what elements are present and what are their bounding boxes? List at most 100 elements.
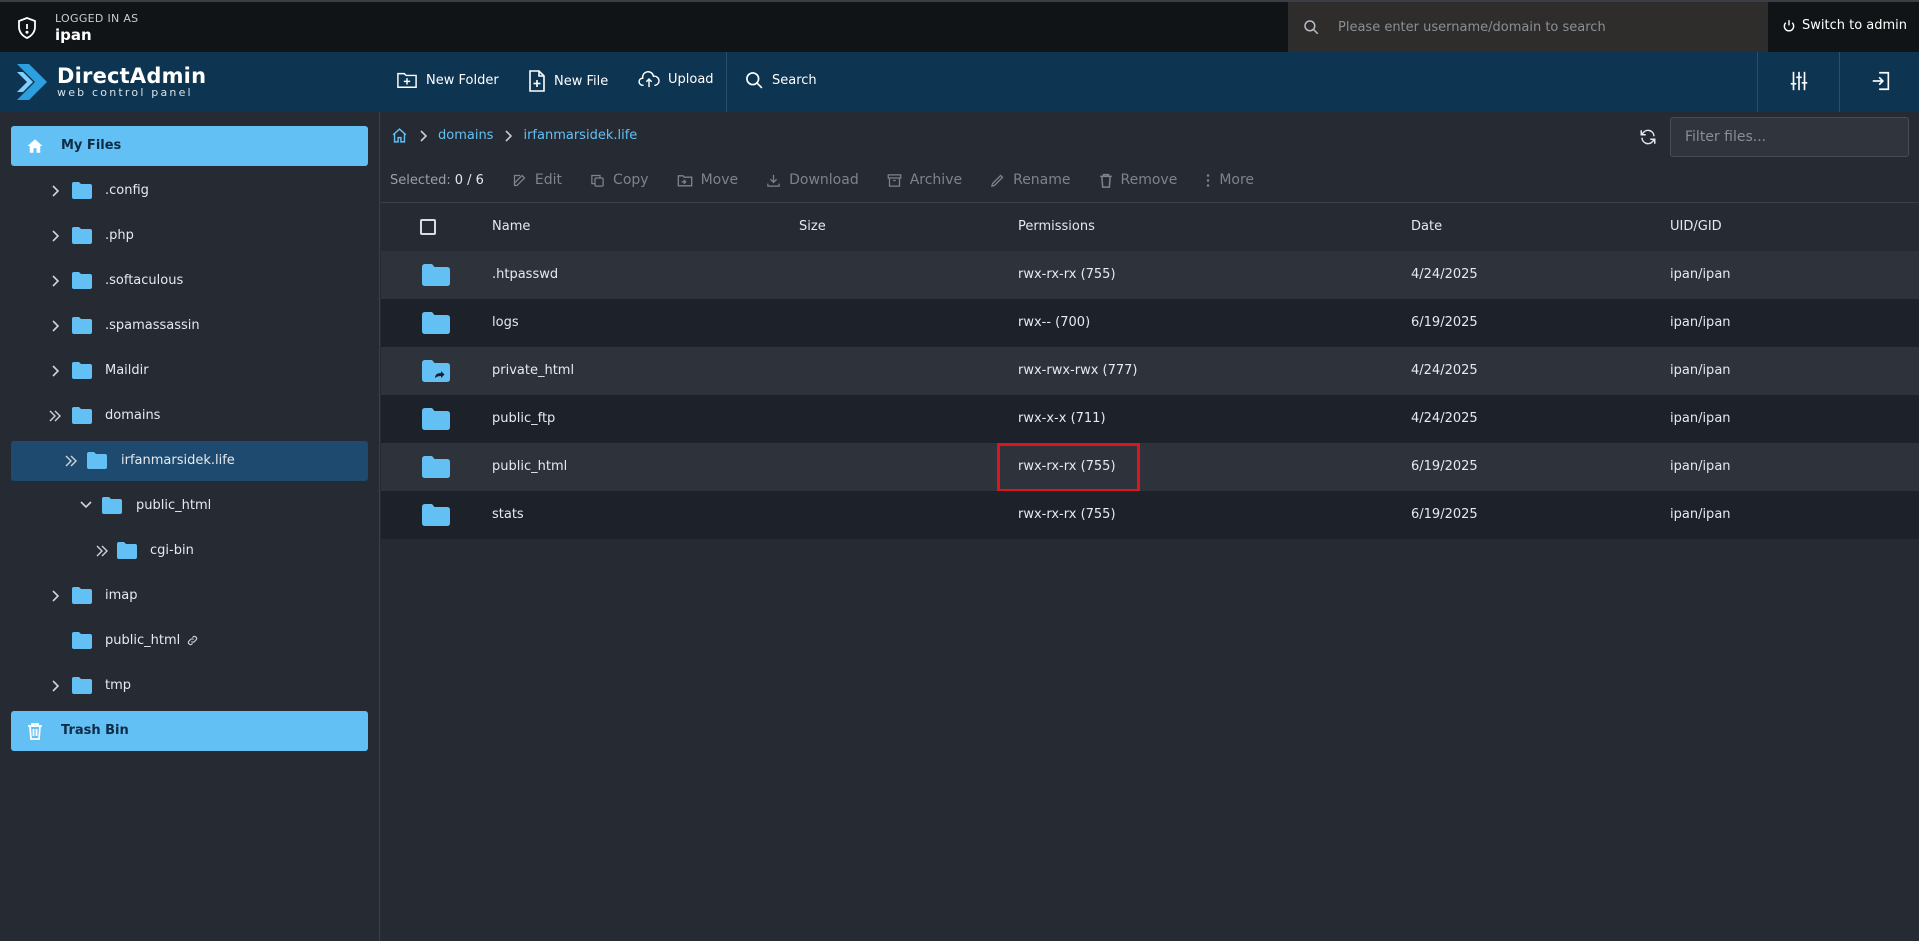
user-search-input[interactable] — [1338, 14, 1748, 40]
file-name[interactable]: stats — [492, 507, 524, 522]
table-row[interactable]: .htpasswd rwx-rx-rx (755) 4/24/2025 ipan… — [381, 251, 1919, 299]
file-name[interactable]: logs — [492, 315, 519, 330]
sidebar-item-label: .softaculous — [105, 273, 184, 288]
rename-button[interactable]: Rename — [990, 172, 1071, 188]
search-button[interactable]: Search — [744, 70, 817, 90]
logged-in-label: LOGGED IN AS — [55, 12, 139, 25]
refresh-icon[interactable] — [1639, 128, 1657, 146]
chevron-right-icon[interactable] — [50, 319, 62, 333]
column-name[interactable]: Name — [492, 219, 530, 234]
sidebar-item-label: .php — [105, 228, 134, 243]
column-size[interactable]: Size — [799, 219, 826, 234]
chevron-down-icon[interactable] — [79, 499, 93, 511]
link-icon — [186, 634, 199, 647]
sidebar-item-maildir[interactable]: Maildir — [0, 351, 380, 391]
chevron-right-icon[interactable] — [50, 589, 62, 603]
copy-icon — [591, 174, 604, 187]
more-button[interactable]: More — [1205, 172, 1254, 188]
remove-button[interactable]: Remove — [1099, 172, 1177, 188]
sidebar-trash-bin[interactable]: Trash Bin — [11, 711, 368, 751]
chevron-right-icon[interactable] — [50, 229, 62, 243]
file-uid-gid: ipan/ipan — [1670, 315, 1731, 330]
sidebar-my-files[interactable]: My Files — [11, 126, 368, 166]
edit-button[interactable]: Edit — [512, 172, 562, 188]
more-vertical-icon — [1207, 173, 1210, 187]
column-permissions[interactable]: Permissions — [1018, 219, 1095, 234]
double-chevron-right-icon[interactable] — [95, 544, 109, 558]
chevron-right-icon[interactable] — [50, 274, 62, 288]
download-button[interactable]: Download — [766, 172, 859, 188]
file-permissions[interactable]: rwx-x-x (711) — [1018, 411, 1106, 426]
logout-icon[interactable] — [1870, 70, 1892, 92]
table-row[interactable]: public_html rwx-rx-rx (755) 6/19/2025 ip… — [381, 443, 1919, 492]
sidebar-item-imap[interactable]: imap — [0, 576, 380, 616]
move-icon — [677, 174, 692, 186]
file-name[interactable]: private_html — [492, 363, 574, 378]
folder-icon — [72, 272, 92, 289]
top-bar: LOGGED IN AS ipan Switch to admin — [0, 0, 1919, 52]
file-permissions[interactable]: rwx-rwx-rwx (777) — [1018, 363, 1137, 378]
archive-button[interactable]: Archive — [887, 172, 962, 188]
sidebar-item-tmp[interactable]: tmp — [0, 666, 380, 706]
sidebar-item-irfanmarsidek-life[interactable]: irfanmarsidek.life — [11, 441, 368, 481]
file-name[interactable]: .htpasswd — [492, 267, 558, 282]
file-table: Name Size Permissions Date UID/GID .htpa… — [381, 202, 1919, 539]
folder-icon — [72, 362, 92, 379]
file-name[interactable]: public_html — [492, 459, 567, 474]
chevron-right-icon[interactable] — [50, 184, 62, 198]
logo-chevron-icon — [15, 62, 51, 102]
file-permissions[interactable]: rwx-rx-rx (755) — [1018, 507, 1116, 522]
table-row[interactable]: public_ftp rwx-x-x (711) 4/24/2025 ipan/… — [381, 395, 1919, 443]
new-folder-button[interactable]: New Folder — [396, 70, 499, 90]
cloud-upload-icon — [638, 70, 660, 88]
table-row[interactable]: logs rwx-- (700) 6/19/2025 ipan/ipan — [381, 299, 1919, 347]
download-icon — [767, 174, 780, 187]
upload-button[interactable]: Upload — [638, 70, 714, 88]
switch-to-admin-button[interactable]: Switch to admin — [1782, 18, 1907, 33]
sidebar-item-label: public_html — [136, 498, 212, 513]
double-chevron-right-icon[interactable] — [48, 409, 62, 423]
more-label: More — [1219, 172, 1255, 188]
double-chevron-right-icon[interactable] — [64, 454, 78, 468]
new-file-button[interactable]: New File — [528, 70, 608, 92]
sidebar-item-public-html[interactable]: public_html — [0, 486, 380, 526]
table-row[interactable]: stats rwx-rx-rx (755) 6/19/2025 ipan/ipa… — [381, 491, 1919, 539]
column-date[interactable]: Date — [1411, 219, 1442, 234]
breadcrumb: domains irfanmarsidek.life — [391, 127, 637, 144]
sidebar-item-config[interactable]: .config — [0, 171, 380, 211]
header-divider — [1757, 52, 1758, 112]
directadmin-logo[interactable]: DirectAdmin web control panel — [15, 62, 206, 102]
folder-icon — [72, 587, 92, 604]
select-all-checkbox[interactable] — [420, 219, 436, 235]
home-icon[interactable] — [391, 127, 408, 144]
settings-sliders-icon[interactable] — [1788, 70, 1810, 92]
sidebar-item-spamassassin[interactable]: .spamassassin — [0, 306, 380, 346]
edit-label: Edit — [534, 172, 563, 188]
copy-button[interactable]: Copy — [590, 172, 649, 188]
file-permissions[interactable]: rwx-- (700) — [1018, 315, 1090, 330]
sidebar-item-php[interactable]: .php — [0, 216, 380, 256]
chevron-right-icon[interactable] — [50, 679, 62, 693]
sidebar-item-softaculous[interactable]: .softaculous — [0, 261, 380, 301]
file-name[interactable]: public_ftp — [492, 411, 555, 426]
pen-icon — [991, 174, 1004, 187]
move-label: Move — [700, 172, 739, 188]
chevron-right-icon[interactable] — [50, 364, 62, 378]
column-uid-gid[interactable]: UID/GID — [1670, 219, 1722, 234]
table-header: Name Size Permissions Date UID/GID — [381, 202, 1919, 251]
breadcrumb-current[interactable]: irfanmarsidek.life — [523, 128, 637, 143]
sidebar-item-cgi-bin[interactable]: cgi-bin — [0, 531, 380, 571]
move-button[interactable]: Move — [677, 172, 739, 188]
table-row[interactable]: private_html rwx-rwx-rwx (777) 4/24/2025… — [381, 347, 1919, 395]
archive-label: Archive — [909, 172, 963, 188]
breadcrumb-domains[interactable]: domains — [438, 128, 493, 143]
filter-files-input[interactable] — [1670, 117, 1909, 157]
sidebar-item-label: .spamassassin — [105, 318, 200, 333]
folder-icon — [72, 182, 92, 199]
file-permissions[interactable]: rwx-rx-rx (755) — [1018, 267, 1116, 282]
sidebar-item-label: tmp — [105, 678, 132, 693]
file-uid-gid: ipan/ipan — [1670, 363, 1731, 378]
sidebar-item-public-html-link[interactable]: public_html — [0, 621, 380, 661]
new-file-label: New File — [554, 73, 609, 89]
sidebar-item-domains[interactable]: domains — [0, 396, 380, 436]
